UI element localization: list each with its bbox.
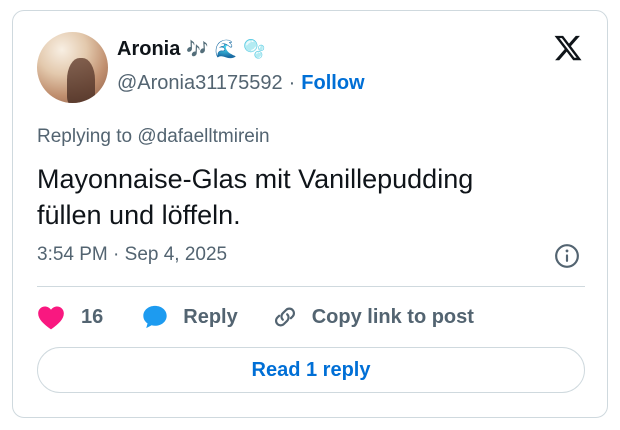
x-logo-icon[interactable]: [553, 33, 583, 63]
follow-link[interactable]: Follow: [301, 71, 364, 95]
author-name[interactable]: Aronia: [117, 37, 180, 61]
author-handle[interactable]: @Aronia31175592: [117, 71, 283, 95]
author-name-row: Aronia 🎶 🌊 🫧: [117, 37, 266, 61]
author-handle-row: @Aronia31175592 · Follow: [117, 71, 365, 95]
copy-link-button[interactable]: Copy link to post: [272, 304, 474, 330]
like-button[interactable]: 16: [37, 304, 103, 330]
copy-link-label: Copy link to post: [311, 305, 474, 328]
action-bar: 16 Reply Copy link to post: [37, 301, 474, 333]
like-count: 16: [81, 305, 104, 328]
wave-emoji: 🌊: [214, 39, 238, 59]
tweet-text: Mayonnaise-Glas mit Vanillepudding fülle…: [37, 161, 577, 233]
read-replies-label: Read 1 reply: [251, 358, 371, 381]
link-icon: [274, 307, 295, 327]
tweet-text-line: Mayonnaise-Glas mit Vanillepudding: [37, 164, 474, 194]
music-notes-emoji: 🎶: [186, 39, 209, 59]
avatar[interactable]: [37, 32, 108, 103]
heart-icon: [38, 306, 64, 330]
tweet-text-line: füllen und löffeln.: [37, 200, 241, 230]
replying-to-text[interactable]: Replying to @dafaelltmirein: [37, 125, 270, 149]
timestamp[interactable]: 3:54 PM · Sep 4, 2025: [37, 243, 227, 267]
read-replies-button[interactable]: Read 1 reply: [37, 347, 585, 393]
separator-dot: ·: [288, 72, 296, 94]
speech-bubble-icon: [143, 305, 167, 329]
info-icon[interactable]: [554, 243, 580, 269]
avatar-figure: [67, 58, 95, 103]
reply-label: Reply: [183, 305, 238, 328]
tweet-card: Aronia 🎶 🌊 🫧 @Aronia31175592 · Follow Re…: [12, 10, 608, 418]
divider: [37, 286, 585, 287]
reply-button[interactable]: Reply: [141, 303, 238, 331]
bubbles-emoji: 🫧: [243, 39, 266, 59]
